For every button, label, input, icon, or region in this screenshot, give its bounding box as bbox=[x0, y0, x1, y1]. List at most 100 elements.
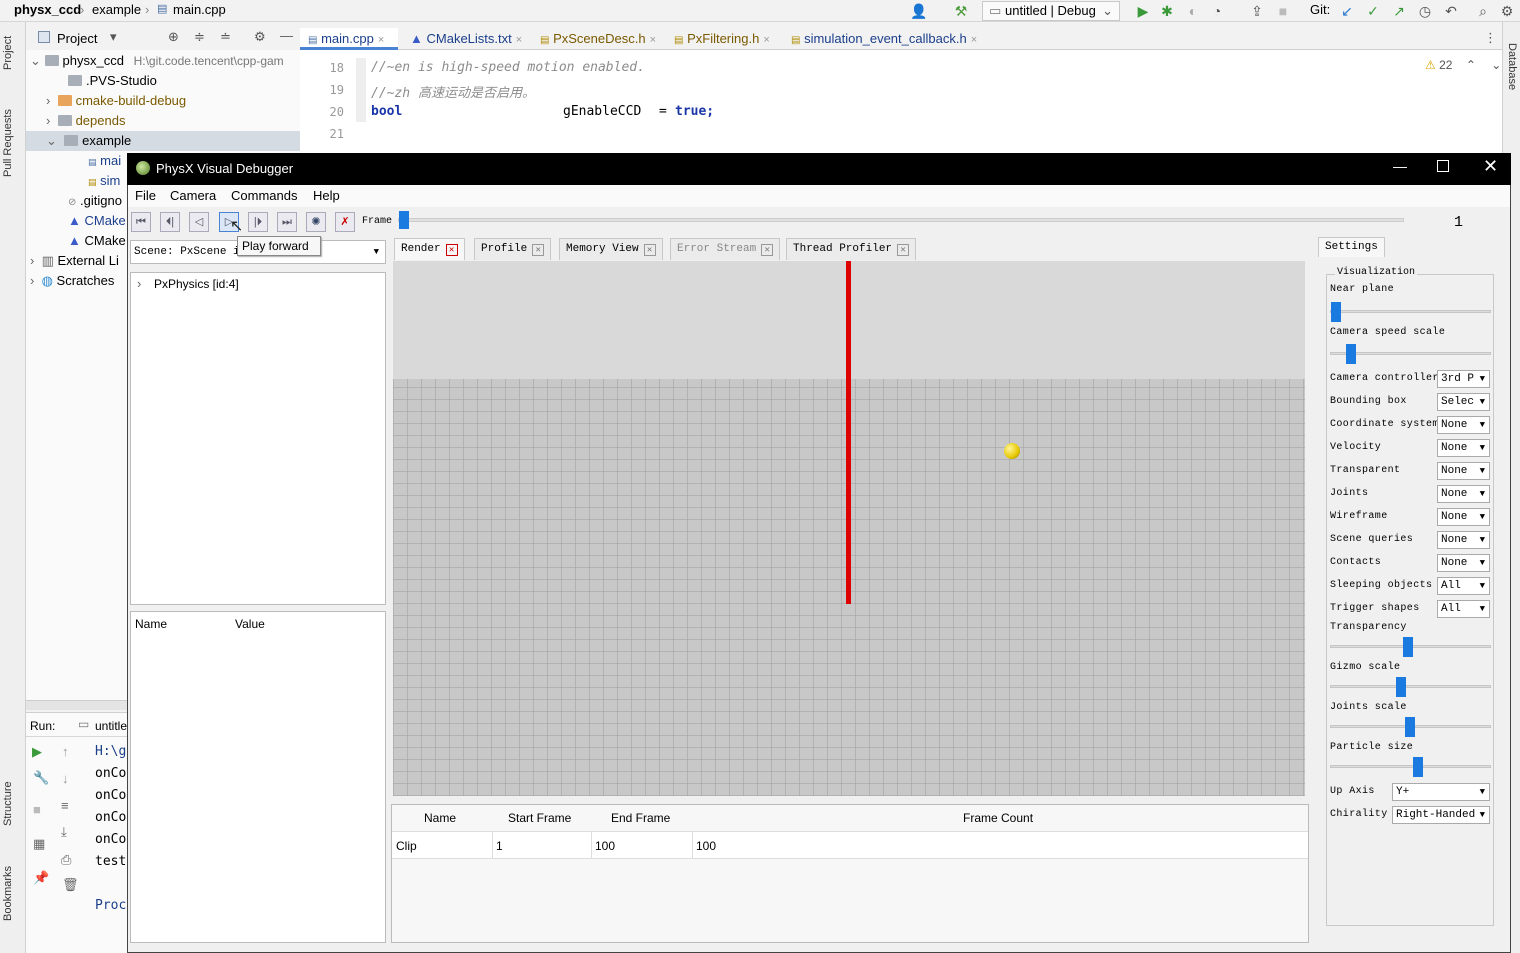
chevron-down-icon[interactable]: ▾ bbox=[110, 29, 117, 45]
git-update-icon[interactable]: ↙ bbox=[1338, 2, 1356, 20]
tab-bookmarks[interactable]: Bookmarks bbox=[2, 862, 24, 924]
horizontal-scrollbar[interactable] bbox=[26, 700, 127, 710]
setting-select[interactable]: None ▼ bbox=[1437, 485, 1490, 503]
close-icon[interactable]: × bbox=[971, 34, 977, 46]
tab-error-stream[interactable]: Error Stream ✕ bbox=[670, 238, 781, 260]
chevron-up-icon[interactable]: ⌃ bbox=[1466, 58, 1476, 72]
locate-icon[interactable]: ⊕ bbox=[168, 29, 179, 45]
tree-item-pvs[interactable]: .PVS-Studio bbox=[26, 71, 300, 91]
close-icon[interactable]: × bbox=[650, 34, 656, 46]
tab-thread-profiler[interactable]: Thread Profiler ✕ bbox=[786, 238, 917, 260]
slider-thumb[interactable] bbox=[1405, 717, 1415, 737]
trash-icon[interactable]: 🗑 bbox=[62, 877, 79, 893]
transparency-slider[interactable] bbox=[1330, 637, 1491, 657]
attach-icon[interactable]: ⇪ bbox=[1248, 2, 1266, 20]
up-axis-select[interactable]: Y+ ▼ bbox=[1392, 783, 1490, 801]
tab-simulation-callback[interactable]: ▤ simulation_event_callback.h × bbox=[791, 28, 977, 50]
tab-database[interactable]: Database bbox=[1504, 34, 1518, 100]
chevron-down-icon[interactable]: ⌄ bbox=[1491, 58, 1501, 72]
connect-icon[interactable]: ✺ bbox=[306, 212, 326, 232]
menu-commands[interactable]: Commands bbox=[231, 188, 297, 203]
play-back-icon[interactable]: ◁ bbox=[189, 212, 209, 232]
slider-thumb[interactable] bbox=[1403, 637, 1413, 657]
maximize-icon[interactable] bbox=[1437, 160, 1449, 172]
close-icon[interactable]: ✕ bbox=[643, 244, 656, 256]
more-tabs-icon[interactable]: ⋮ bbox=[1484, 30, 1497, 46]
run-config-select[interactable]: untitled | Debug ▭ ⌄ bbox=[982, 1, 1120, 21]
arrow-up-icon[interactable]: ↑ bbox=[62, 744, 69, 759]
warnings-indicator[interactable]: ⚠ 22 ⌃ ⌄ bbox=[1425, 58, 1501, 72]
run-icon[interactable]: ▶ bbox=[1134, 2, 1152, 20]
setting-select[interactable]: All ▼ bbox=[1437, 600, 1490, 618]
setting-select[interactable]: None ▼ bbox=[1437, 416, 1490, 434]
setting-select[interactable]: None ▼ bbox=[1437, 439, 1490, 457]
project-panel-title[interactable]: Project bbox=[57, 31, 97, 46]
camera-speed-slider[interactable] bbox=[1330, 344, 1491, 364]
wrench-icon[interactable]: 🔧 bbox=[33, 770, 49, 786]
slider-thumb[interactable] bbox=[1346, 344, 1356, 364]
run-tab[interactable]: untitle bbox=[95, 719, 127, 733]
particle-size-slider[interactable] bbox=[1330, 757, 1491, 777]
pin-icon[interactable]: 📌 bbox=[33, 870, 49, 886]
tab-structure[interactable]: Structure bbox=[2, 776, 24, 832]
setting-select[interactable]: None ▼ bbox=[1437, 531, 1490, 549]
search-icon[interactable]: ⌕ bbox=[1474, 2, 1492, 20]
coverage-icon[interactable]: ◐ bbox=[1184, 2, 1202, 20]
profile-icon[interactable]: ◔ bbox=[1208, 2, 1226, 20]
slider-thumb[interactable] bbox=[1331, 302, 1341, 322]
tab-pxfiltering[interactable]: ▤ PxFiltering.h × bbox=[674, 28, 770, 50]
rewind-icon[interactable]: ⏮ bbox=[131, 212, 151, 232]
minimize-icon[interactable]: — bbox=[280, 28, 293, 43]
breadcrumb-folder[interactable]: example bbox=[92, 2, 141, 17]
close-icon[interactable]: ✕ bbox=[445, 244, 458, 256]
collapse-all-icon[interactable]: ≐ bbox=[220, 29, 231, 45]
git-push-icon[interactable]: ↗ bbox=[1390, 2, 1408, 20]
tab-memory-view[interactable]: Memory View ✕ bbox=[559, 238, 663, 260]
user-icon[interactable]: 👤 bbox=[910, 2, 928, 20]
debug-icon[interactable]: ✱ bbox=[1158, 2, 1176, 20]
tree-item-depends[interactable]: › depends bbox=[26, 111, 300, 131]
print-icon[interactable]: ⎙ bbox=[61, 852, 71, 868]
chirality-select[interactable]: Right-Handed ▼ bbox=[1392, 806, 1490, 824]
close-icon[interactable]: ✕ bbox=[897, 244, 910, 256]
gear-icon[interactable]: ⚙ bbox=[1498, 2, 1516, 20]
chevron-right-icon[interactable]: › bbox=[137, 276, 141, 291]
tab-render[interactable]: Render ✕ bbox=[394, 238, 465, 260]
rerun-icon[interactable]: ▶ bbox=[32, 744, 42, 760]
setting-select[interactable]: Selec ▼ bbox=[1437, 393, 1490, 411]
tree-item-cmake-build[interactable]: › cmake-build-debug bbox=[26, 91, 300, 111]
minimize-icon[interactable]: — bbox=[1393, 158, 1407, 174]
step-back-icon[interactable]: ⏴| bbox=[160, 212, 180, 232]
slider-thumb[interactable] bbox=[1413, 757, 1423, 777]
menu-file[interactable]: File bbox=[135, 188, 156, 203]
soft-wrap-icon[interactable]: ≡ bbox=[61, 798, 69, 813]
layout-icon[interactable]: ▦ bbox=[33, 836, 45, 852]
tree-item-example[interactable]: ⌄ example bbox=[26, 131, 300, 151]
fast-forward-icon[interactable]: ⏭ bbox=[277, 212, 297, 232]
breadcrumb-file[interactable]: main.cpp bbox=[173, 2, 226, 17]
close-icon[interactable]: ✕ bbox=[761, 244, 774, 256]
tree-item-pxphysics[interactable]: PxPhysics [id:4] bbox=[154, 277, 239, 291]
close-icon[interactable]: × bbox=[763, 34, 769, 46]
tab-profile[interactable]: Profile ✕ bbox=[474, 238, 552, 260]
setting-select[interactable]: None ▼ bbox=[1437, 554, 1490, 572]
gizmo-scale-slider[interactable] bbox=[1330, 677, 1491, 697]
tab-project[interactable]: Project bbox=[2, 30, 24, 76]
build-hammer-icon[interactable]: ⚒ bbox=[952, 2, 970, 20]
expand-all-icon[interactable]: ≑ bbox=[194, 29, 205, 45]
slider-thumb[interactable] bbox=[1396, 677, 1406, 697]
frame-slider-thumb[interactable] bbox=[399, 211, 409, 229]
tree-item-root[interactable]: ⌄ physx_ccd H:\git.code.tencent\cpp-gam bbox=[26, 51, 300, 71]
tab-pxscenedesc[interactable]: ▤ PxSceneDesc.h × bbox=[540, 28, 656, 50]
close-icon[interactable]: ✕ bbox=[532, 244, 545, 256]
pvd-titlebar[interactable]: PhysX Visual Debugger — ✕ bbox=[127, 153, 1511, 185]
setting-select[interactable]: None ▼ bbox=[1437, 462, 1490, 480]
near-plane-slider[interactable] bbox=[1330, 302, 1491, 322]
setting-select[interactable]: 3rd P ▼ bbox=[1437, 370, 1490, 388]
joints-scale-slider[interactable] bbox=[1330, 717, 1491, 737]
step-forward-icon[interactable]: |⏵ bbox=[248, 212, 268, 232]
tab-pull-requests[interactable]: Pull Requests bbox=[2, 104, 24, 182]
close-icon[interactable]: × bbox=[516, 34, 522, 46]
table-row[interactable]: Clip 1 100 100 bbox=[392, 831, 1308, 859]
tab-main-cpp[interactable]: ▤ main.cpp × bbox=[308, 28, 384, 50]
